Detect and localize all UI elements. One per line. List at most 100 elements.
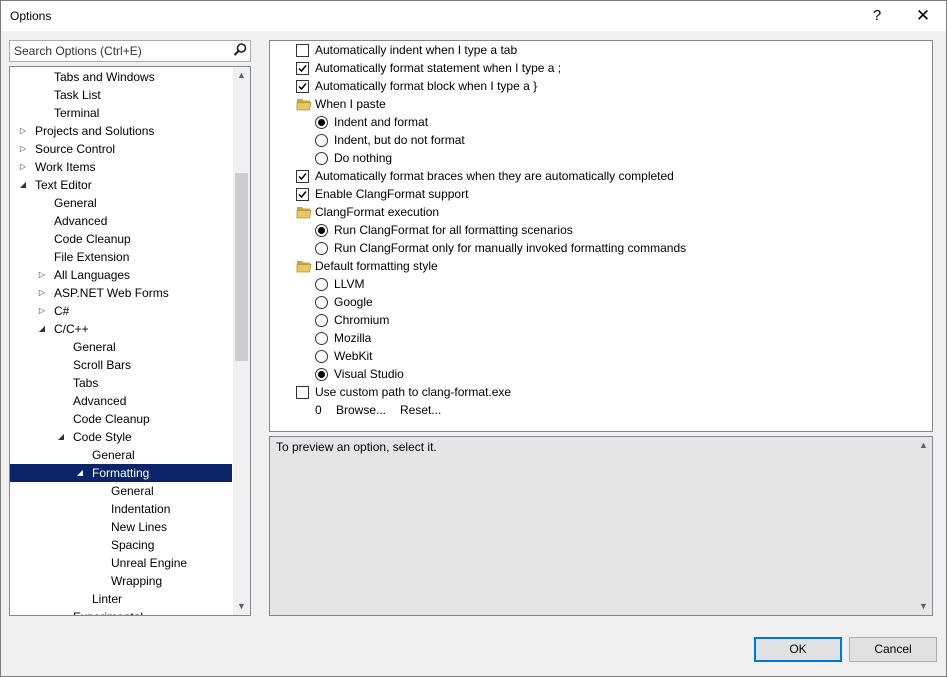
tree-item[interactable]: General xyxy=(10,446,232,464)
tree-item[interactable]: Wrapping xyxy=(10,572,232,590)
scroll-up-icon[interactable]: ▲ xyxy=(233,67,250,84)
tree-item-label: Work Items xyxy=(35,160,96,174)
radio-button[interactable] xyxy=(315,134,328,147)
tree-item-label: General xyxy=(73,340,116,354)
unchecked-checkbox[interactable] xyxy=(296,44,309,57)
tree-item[interactable]: ◢ Text Editor xyxy=(10,176,232,194)
scroll-thumb[interactable] xyxy=(235,173,248,361)
unchecked-checkbox[interactable] xyxy=(296,386,309,399)
tree-item[interactable]: Terminal xyxy=(10,104,232,122)
tree-item[interactable]: New Lines xyxy=(10,518,232,536)
tree-item[interactable]: Experimental xyxy=(10,608,232,615)
tree-item-label: Indentation xyxy=(111,502,171,516)
tree-item[interactable]: General xyxy=(10,194,232,212)
browse-link[interactable]: Browse... xyxy=(336,401,386,419)
scroll-down-icon[interactable]: ▼ xyxy=(915,598,932,615)
tree-item[interactable]: Code Cleanup xyxy=(10,230,232,248)
collapsed-arrow-icon[interactable]: ▷ xyxy=(18,140,28,158)
tree-item-label: Linter xyxy=(92,592,123,606)
search-icon[interactable] xyxy=(232,42,248,58)
option-label: Chromium xyxy=(334,313,390,327)
help-button[interactable]: ? xyxy=(854,1,900,31)
tree-item[interactable]: Tabs xyxy=(10,374,232,392)
tree-item[interactable]: ◢ Formatting xyxy=(10,464,232,482)
tree-item[interactable]: Tabs and Windows xyxy=(10,68,232,86)
expanded-arrow-icon[interactable]: ◢ xyxy=(18,176,28,194)
collapsed-arrow-icon[interactable]: ▷ xyxy=(37,266,47,284)
radio-button[interactable] xyxy=(315,350,328,363)
close-button[interactable]: ✕ xyxy=(900,1,946,31)
collapsed-arrow-icon[interactable]: ▷ xyxy=(18,158,28,176)
checked-checkbox[interactable] xyxy=(296,62,309,75)
tree-item-label: Projects and Solutions xyxy=(35,124,155,138)
tree-item[interactable]: Advanced xyxy=(10,212,232,230)
tree-item-label: Code Style xyxy=(73,430,132,444)
tree-item-label: General xyxy=(111,484,154,498)
collapsed-arrow-icon[interactable]: ▷ xyxy=(37,302,47,320)
tree-item-label: Source Control xyxy=(35,142,116,156)
expanded-arrow-icon[interactable]: ◢ xyxy=(75,464,85,482)
tree-item-label: Code Cleanup xyxy=(73,412,150,426)
cancel-button[interactable]: Cancel xyxy=(849,637,937,662)
radio-button[interactable] xyxy=(315,242,328,255)
option-label: Mozilla xyxy=(334,331,372,345)
tree-item[interactable]: ▷ C# xyxy=(10,302,232,320)
tree-item[interactable]: ◢ Code Style xyxy=(10,428,232,446)
expanded-arrow-icon[interactable]: ◢ xyxy=(37,320,47,338)
tree-item[interactable]: Task List xyxy=(10,86,232,104)
tree-item-label: Formatting xyxy=(92,466,150,480)
tree-item-label: Tabs xyxy=(73,376,99,390)
tree-item[interactable]: Code Cleanup xyxy=(10,410,232,428)
tree-item[interactable]: General xyxy=(10,482,232,500)
tree-item[interactable]: File Extension xyxy=(10,248,232,266)
checked-checkbox[interactable] xyxy=(296,188,309,201)
tree-item[interactable]: ▷ ASP.NET Web Forms xyxy=(10,284,232,302)
tree-item[interactable]: Unreal Engine xyxy=(10,554,232,572)
title-bar: Options ? ✕ xyxy=(1,1,946,31)
collapsed-arrow-icon[interactable]: ▷ xyxy=(18,122,28,140)
collapsed-arrow-icon[interactable]: ▷ xyxy=(37,284,47,302)
checked-checkbox[interactable] xyxy=(296,80,309,93)
expanded-arrow-icon[interactable]: ◢ xyxy=(56,428,66,446)
preview-scrollbar[interactable]: ▲ ▼ xyxy=(915,437,932,615)
tree-item[interactable]: ◢ C/C++ xyxy=(10,320,232,338)
option-label: Run ClangFormat for all formatting scena… xyxy=(334,223,573,237)
radio-button[interactable] xyxy=(315,332,328,345)
reset-link[interactable]: Reset... xyxy=(400,401,441,419)
option-label: When I paste xyxy=(315,97,386,111)
tree-item[interactable]: Advanced xyxy=(10,392,232,410)
tree-item-label: Text Editor xyxy=(35,178,92,192)
tree-item[interactable]: ▷ All Languages xyxy=(10,266,232,284)
tree-item-label: Wrapping xyxy=(111,574,163,588)
radio-button[interactable] xyxy=(315,278,328,291)
selected-radio[interactable] xyxy=(315,224,328,237)
scroll-up-icon[interactable]: ▲ xyxy=(915,437,932,454)
tree-item[interactable]: Scroll Bars xyxy=(10,356,232,374)
tree-scrollbar[interactable]: ▲ ▼ xyxy=(233,67,250,615)
selected-radio[interactable] xyxy=(315,116,328,129)
tree-item-label: All Languages xyxy=(54,268,131,282)
tree-item[interactable]: ▷ Work Items xyxy=(10,158,232,176)
tree-item[interactable]: General xyxy=(10,338,232,356)
tree-item[interactable]: Spacing xyxy=(10,536,232,554)
option-label: ClangFormat execution xyxy=(315,205,440,219)
scroll-down-icon[interactable]: ▼ xyxy=(233,598,250,615)
radio-button[interactable] xyxy=(315,152,328,165)
tree-item[interactable]: ▷ Source Control xyxy=(10,140,232,158)
tree-item-label: General xyxy=(92,448,135,462)
selected-radio[interactable] xyxy=(315,368,328,381)
tree-item[interactable]: ▷ Projects and Solutions xyxy=(10,122,232,140)
checked-checkbox[interactable] xyxy=(296,170,309,183)
radio-button[interactable] xyxy=(315,296,328,309)
tree-item[interactable]: Indentation xyxy=(10,500,232,518)
option-label: Automatically format statement when I ty… xyxy=(315,61,562,75)
folder-icon xyxy=(296,205,312,219)
option-label: Enable ClangFormat support xyxy=(315,187,469,201)
radio-button[interactable] xyxy=(315,314,328,327)
ok-button[interactable]: OK xyxy=(754,637,842,662)
tree-item[interactable]: Linter xyxy=(10,590,232,608)
window-title: Options xyxy=(10,9,52,23)
search-input[interactable] xyxy=(14,43,224,59)
option-label: Indent, but do not format xyxy=(334,133,465,147)
options-tree[interactable]: Tabs and Windows Task List Terminal ▷ Projec… xyxy=(9,66,251,616)
